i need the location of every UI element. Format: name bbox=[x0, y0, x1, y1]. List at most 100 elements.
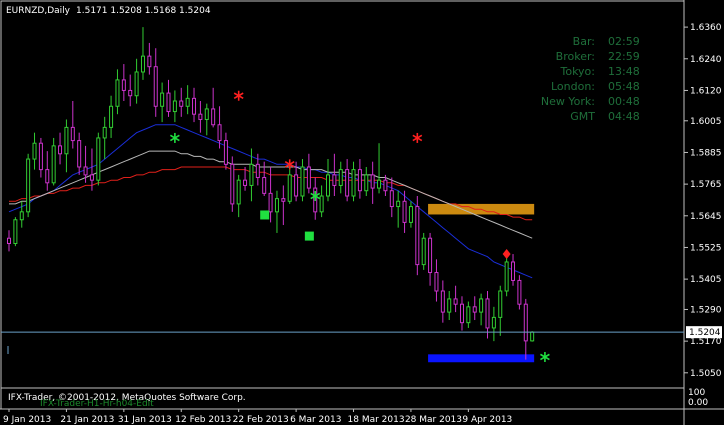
candle bbox=[300, 159, 305, 202]
indicator-bottom-label: 0.00 bbox=[688, 398, 708, 408]
candle bbox=[287, 164, 292, 204]
bull-candle-body bbox=[13, 219, 18, 244]
bear-candle-body bbox=[89, 174, 94, 181]
bear-candle-body bbox=[211, 108, 216, 126]
session-time: 22:59 bbox=[608, 50, 640, 63]
candle bbox=[453, 285, 458, 313]
date-axis-label: 6 Mar 2013 bbox=[290, 415, 341, 425]
candle bbox=[38, 137, 43, 178]
date-axis-label: 22 Feb 2013 bbox=[233, 415, 289, 425]
candle bbox=[121, 64, 126, 101]
bear-candle-body bbox=[230, 163, 235, 205]
price-chart[interactable]: 1.6360 1.6240 1.6120 1.6005 1.5885 1.5765 1.56… bbox=[0, 0, 724, 425]
bull-candle-body bbox=[300, 166, 305, 197]
current-price-label: 1.5204 bbox=[689, 328, 721, 338]
candle bbox=[434, 259, 439, 302]
price-axis-label: 1.5765 bbox=[690, 180, 722, 190]
candle bbox=[332, 153, 337, 196]
bull-candle-body bbox=[26, 158, 31, 213]
session-label: London: bbox=[551, 80, 595, 93]
bull-candle-body bbox=[326, 174, 330, 197]
candle bbox=[377, 143, 382, 194]
green-star-signal bbox=[310, 191, 321, 201]
price-axis-label: 1.6240 bbox=[690, 55, 722, 65]
session-time: 13:48 bbox=[608, 65, 640, 78]
candle bbox=[472, 296, 477, 321]
bull-candle-body bbox=[32, 142, 37, 160]
candle bbox=[45, 151, 50, 191]
candle bbox=[364, 166, 369, 196]
bear-candle-body bbox=[70, 126, 75, 142]
blue-zone-rect bbox=[428, 354, 535, 363]
bear-candle-body bbox=[523, 303, 528, 342]
bull-candle-body bbox=[115, 79, 120, 107]
bear-candle-body bbox=[472, 306, 477, 313]
bull-candle-body bbox=[51, 145, 56, 184]
candle bbox=[504, 254, 509, 297]
green-square-signal bbox=[260, 210, 270, 220]
candle bbox=[89, 148, 94, 191]
candle bbox=[306, 153, 311, 194]
candle bbox=[415, 196, 420, 276]
bull-candle-body bbox=[491, 316, 496, 329]
candle bbox=[19, 201, 24, 228]
bear-candle-body bbox=[192, 97, 197, 115]
candle bbox=[498, 285, 503, 336]
date-axis-label: 28 Mar 2013 bbox=[405, 415, 462, 425]
bull-candle-body bbox=[160, 92, 165, 107]
bear-candle-body bbox=[255, 163, 260, 179]
date-axis-label: 21 Jan 2013 bbox=[60, 415, 114, 425]
candle bbox=[440, 280, 445, 323]
bull-candle-body bbox=[19, 211, 24, 221]
candle bbox=[172, 90, 177, 123]
chart-window: 1.6360 1.6240 1.6120 1.6005 1.5885 1.5765 1.56… bbox=[0, 0, 724, 425]
bull-candle-body bbox=[364, 174, 369, 192]
candle bbox=[517, 275, 522, 310]
candle bbox=[421, 232, 426, 270]
bear-candle-body bbox=[83, 166, 88, 176]
bear-candle-body bbox=[370, 174, 375, 189]
candle bbox=[153, 48, 158, 117]
bull-candle-body bbox=[102, 126, 107, 139]
session-label: Broker: bbox=[556, 50, 595, 63]
symbol-label: EURNZD,Daily bbox=[6, 6, 71, 16]
price-axis-label: 1.5290 bbox=[690, 305, 722, 315]
bull-candle-body bbox=[249, 163, 254, 186]
candle bbox=[7, 230, 11, 252]
candle bbox=[396, 190, 401, 228]
bull-candle-body bbox=[396, 200, 401, 208]
session-clock-panel: Bar: 02:59 Broker: 22:59 Tokyo: 13:48 London: 0… bbox=[541, 35, 640, 123]
candle bbox=[345, 159, 350, 202]
bear-candle-body bbox=[357, 169, 362, 192]
date-axis-label: 18 Mar 2013 bbox=[348, 415, 405, 425]
bear-candle-body bbox=[281, 198, 286, 202]
bull-candle-body bbox=[498, 290, 503, 318]
date-axis-label: 9 Jan 2013 bbox=[3, 415, 51, 425]
price-axis-label: 1.5405 bbox=[690, 275, 722, 285]
candle bbox=[13, 217, 18, 247]
candle bbox=[102, 116, 107, 160]
session-label: GMT bbox=[570, 110, 595, 123]
candle bbox=[77, 132, 82, 175]
bull-candle-body bbox=[236, 179, 241, 205]
bear-candle-body bbox=[147, 55, 152, 68]
candle bbox=[115, 69, 120, 115]
bear-candle-body bbox=[306, 166, 311, 189]
candle bbox=[26, 153, 31, 218]
candle bbox=[281, 185, 286, 226]
bull-candle-body bbox=[287, 174, 292, 202]
bull-candle-body bbox=[204, 108, 209, 120]
bull-candle-body bbox=[185, 97, 190, 107]
bear-candle-body bbox=[511, 261, 516, 281]
candle bbox=[459, 296, 464, 331]
candle bbox=[479, 293, 484, 326]
candle bbox=[64, 119, 69, 173]
bear-candle-body bbox=[415, 206, 420, 266]
candle bbox=[217, 106, 222, 149]
bear-candle-body bbox=[402, 200, 407, 223]
candle bbox=[204, 103, 209, 136]
indicator-top-label: 100 bbox=[688, 388, 705, 398]
price-axis-label: 1.6360 bbox=[690, 23, 722, 33]
bull-candle-body bbox=[351, 169, 356, 197]
candle bbox=[230, 156, 235, 212]
